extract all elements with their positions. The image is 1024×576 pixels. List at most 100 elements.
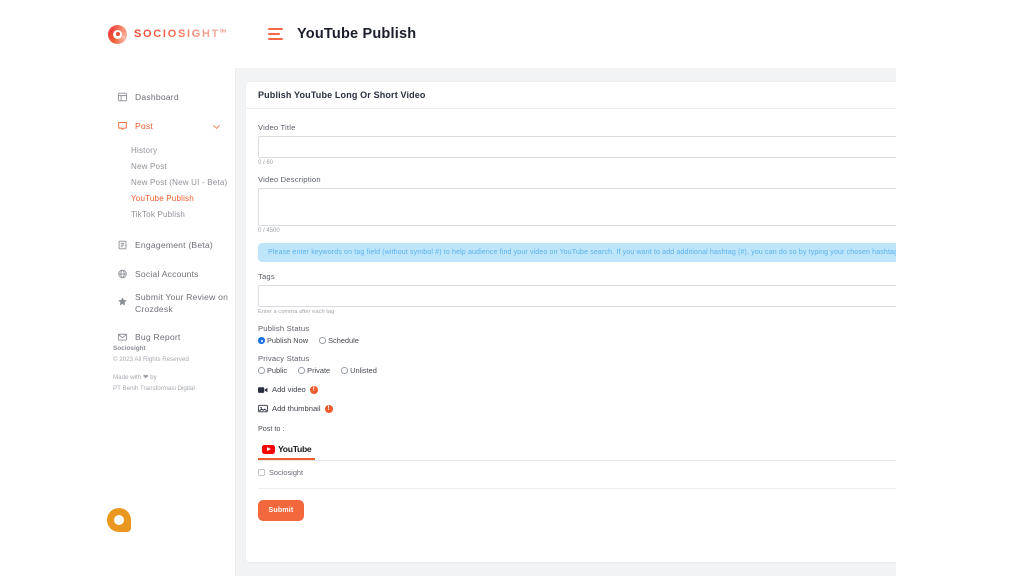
video-title-counter: 0 / 60: [258, 160, 274, 166]
tags-input[interactable]: [258, 285, 896, 307]
hamburger-line: [268, 28, 283, 31]
sidebar-footer: Sociosight © 2023 All Rights Reserved Ma…: [113, 343, 195, 394]
radio-dot: [258, 367, 265, 374]
star-icon: [117, 296, 128, 307]
add-thumbnail-info-icon[interactable]: !: [324, 404, 333, 413]
radio-label: Private: [307, 366, 331, 375]
sidebar-item-submit-review[interactable]: Submit Your Review on Crozdesk: [0, 288, 235, 322]
video-camera-icon: [258, 385, 268, 394]
sidebar-subitem-new-post-beta[interactable]: New Post (New UI - Beta): [0, 174, 235, 190]
tab-youtube[interactable]: YouTube: [258, 442, 316, 460]
tags-helper-text: Enter a comma after each tag: [258, 309, 335, 315]
privacy-status-label: Privacy Status: [258, 354, 310, 363]
sidebar-subitem-new-post[interactable]: New Post: [0, 158, 235, 174]
chat-bubble-icon: [107, 508, 131, 532]
add-thumbnail-label: Add thumbnail: [272, 404, 321, 413]
footer-brand: Sociosight: [113, 345, 146, 352]
sidebar-subitem-history[interactable]: History: [0, 142, 235, 158]
radio-unlisted[interactable]: Unlisted: [341, 366, 377, 375]
sidebar-item-engagement[interactable]: Engagement (Beta): [0, 230, 235, 259]
globe-icon: [117, 268, 128, 279]
sidebar-subitem-youtube-publish[interactable]: YouTube Publish: [0, 190, 235, 206]
tags-group: Tags Enter a comma after each tag: [258, 272, 896, 315]
tags-label: Tags: [258, 272, 275, 281]
sidebar-item-dashboard[interactable]: Dashboard: [0, 82, 235, 111]
sidebar-subitem-tiktok-publish[interactable]: TikTok Publish: [0, 206, 235, 222]
radio-dot: [319, 337, 326, 344]
footer-made-with: Made with ❤ by: [113, 372, 195, 383]
image-icon: [258, 404, 268, 413]
brand-wordmark: SOCIOSIGHTtm: [134, 28, 226, 40]
hamburger-line: [268, 37, 283, 40]
sidebar-item-label: Social Accounts: [135, 268, 199, 279]
page-title: YouTube Publish: [297, 26, 417, 42]
post-icon: [117, 120, 128, 131]
publish-card: Publish YouTube Long Or Short Video Vide…: [246, 82, 896, 562]
video-description-label: Video Description: [258, 175, 321, 184]
tags-info-banner: Please enter keywords on tag field (with…: [258, 243, 896, 262]
sidebar-subitem-label: TikTok Publish: [131, 209, 186, 219]
video-description-input[interactable]: [258, 188, 896, 226]
chevron-down-icon: [212, 121, 221, 129]
card-body: Video Title 0 / 60 Video Description 0 /…: [246, 109, 896, 537]
post-to-tabs: YouTube: [258, 438, 896, 461]
sidebar: Dashboard Post History New Post New Post…: [0, 68, 236, 576]
sidebar-item-label: Engagement (Beta): [135, 239, 213, 250]
footer-made-prefix: Made with: [113, 374, 142, 381]
post-to-label: Post to :: [258, 424, 285, 433]
video-title-label: Video Title: [258, 123, 296, 132]
youtube-icon: [262, 444, 275, 454]
footer-made-suffix: by: [150, 374, 157, 381]
footer-company: PT Benih Transformasi Digital: [113, 385, 195, 392]
sociosight-checkbox-row[interactable]: Sociosight: [258, 468, 896, 477]
video-description-counter: 0 / 4500: [258, 228, 280, 234]
add-thumbnail-row[interactable]: Add thumbnail !: [258, 404, 896, 413]
video-description-group: Video Description 0 / 4500: [258, 175, 896, 234]
radio-label: Schedule: [328, 336, 359, 345]
radio-dot: [298, 367, 305, 374]
divider: [258, 488, 896, 489]
sidebar-item-label: Bug Report: [135, 331, 181, 342]
engagement-icon: [117, 239, 128, 250]
privacy-status-group: Public Private Unlisted: [258, 366, 896, 375]
sociosight-checkbox-label: Sociosight: [269, 468, 304, 477]
video-title-input[interactable]: [258, 136, 896, 158]
brand-logo[interactable]: SOCIOSIGHTtm: [108, 24, 238, 44]
post-submenu: History New Post New Post (New UI - Beta…: [0, 140, 235, 222]
sociosight-checkbox[interactable]: [258, 469, 265, 476]
hamburger-menu-icon[interactable]: [268, 28, 283, 40]
brand-name-text: SOCIOSIGHT: [134, 28, 221, 40]
sidebar-subitem-label: New Post: [131, 161, 167, 171]
sidebar-item-label: Dashboard: [135, 91, 179, 102]
sociosight-logo-icon: [108, 24, 127, 44]
radio-label: Public: [267, 366, 288, 375]
add-video-info-icon[interactable]: !: [309, 385, 318, 394]
radio-private[interactable]: Private: [298, 366, 330, 375]
radio-public[interactable]: Public: [258, 366, 287, 375]
submit-button[interactable]: Submit: [258, 500, 304, 521]
sidebar-item-label: Post: [135, 120, 153, 131]
sidebar-item-social-accounts[interactable]: Social Accounts: [0, 259, 235, 288]
card-title: Publish YouTube Long Or Short Video: [246, 82, 896, 109]
heart-icon: ❤: [142, 374, 149, 381]
radio-publish-now[interactable]: Publish Now: [258, 336, 308, 345]
sidebar-subitem-label: History: [131, 145, 158, 155]
sidebar-subitem-label: YouTube Publish: [131, 193, 194, 203]
radio-label: Unlisted: [350, 366, 377, 375]
chat-widget-button[interactable]: [107, 508, 131, 532]
footer-copyright: © 2023 All Rights Reserved: [113, 356, 189, 363]
envelope-icon: [117, 331, 128, 342]
add-video-row[interactable]: Add video !: [258, 385, 896, 394]
sidebar-item-post[interactable]: Post: [0, 111, 235, 140]
publish-status-label: Publish Status: [258, 324, 310, 333]
main-content: Publish YouTube Long Or Short Video Vide…: [236, 68, 896, 576]
radio-dot: [341, 367, 348, 374]
radio-schedule[interactable]: Schedule: [319, 336, 359, 345]
sidebar-subitem-label: New Post (New UI - Beta): [131, 177, 228, 187]
radio-dot: [258, 337, 265, 344]
dashboard-icon: [117, 91, 128, 102]
top-bar: SOCIOSIGHTtm YouTube Publish: [0, 0, 896, 68]
video-title-group: Video Title 0 / 60: [258, 123, 896, 166]
radio-label: Publish Now: [267, 336, 309, 345]
